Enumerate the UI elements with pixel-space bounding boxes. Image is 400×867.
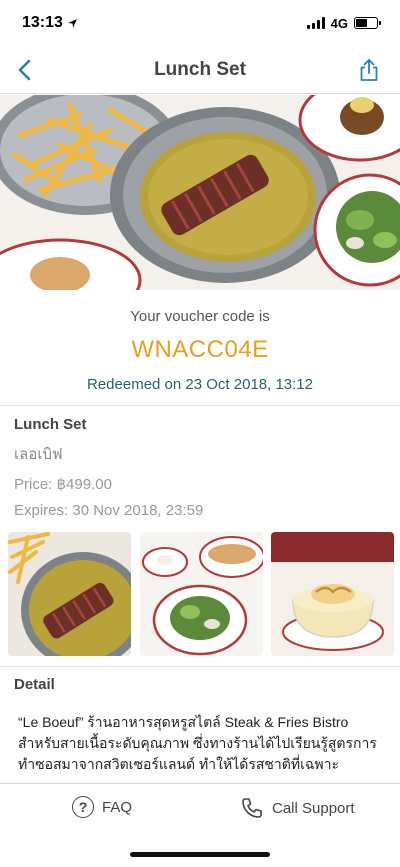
steak-photo-illustration [8,532,131,656]
call-support-button[interactable]: Call Support [240,796,355,820]
deal-expiry: Expires: 30 Nov 2018, 23:59 [14,502,204,519]
gallery-photo-steak[interactable] [8,532,131,656]
home-indicator [130,852,270,857]
hero-image [0,95,400,290]
share-icon [360,59,378,81]
gallery-photo-dessert[interactable] [271,532,394,656]
faq-label: FAQ [102,798,133,816]
question-icon: ? [72,796,94,818]
salad-photo-illustration [139,532,263,656]
deal-title: Lunch Set [14,416,87,433]
gallery-photo-salad[interactable] [139,532,263,656]
steak-fries-illustration [0,95,400,290]
divider [0,666,400,667]
deal-info: Lunch Set เลอเบิฟ Price: ฿499.00 Expires… [14,412,386,519]
faq-button[interactable]: ? FAQ [72,796,132,818]
divider [0,405,400,406]
bottom-action-bar: ? FAQ Call Support [0,783,400,867]
network-type: 4G [330,15,348,31]
clock-text: 13:13 [22,14,63,31]
restaurant-name: เลอเบิฟ [14,446,63,463]
page-title: Lunch Set [154,58,246,80]
voucher-label: Your voucher code is [130,308,270,325]
call-support-label: Call Support [272,799,355,817]
photo-gallery [8,532,394,656]
signal-icon [306,17,325,29]
detail-heading: Detail [14,676,55,693]
status-bar: 13:13 4G [0,0,400,46]
deal-price: Price: ฿499.00 [14,476,112,493]
share-button[interactable] [356,56,382,84]
voucher-code: WNACC04E [131,336,269,363]
phone-icon [242,798,262,818]
chevron-left-icon [18,59,31,81]
redeemed-status: Redeemed on 23 Oct 2018, 13:12 [87,376,313,393]
back-button[interactable] [8,54,40,86]
voucher-section: Your voucher code is WNACC04E Redeemed o… [0,300,400,393]
detail-text: “Le Boeuf” ร้านอาหารสุดหรูสไตล์ Steak & … [18,714,377,772]
status-indicators: 4G [306,15,381,31]
status-time: 13:13 [22,14,78,32]
dessert-photo-illustration [271,532,394,656]
location-arrow-icon [68,18,77,28]
battery-icon [354,17,381,29]
nav-bar: Lunch Set [0,46,400,94]
